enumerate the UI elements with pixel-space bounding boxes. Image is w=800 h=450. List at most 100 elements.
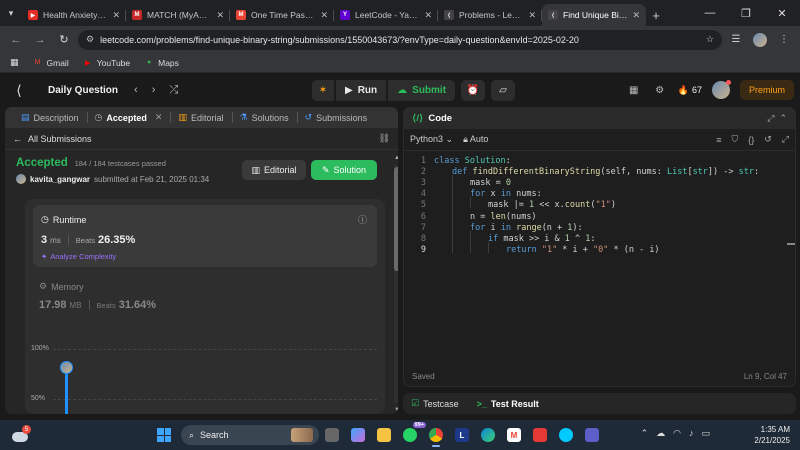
user-avatar[interactable] (711, 80, 731, 99)
tab-close-icon[interactable]: ✕ (216, 10, 224, 21)
site-info-icon[interactable]: ⚙ (86, 34, 94, 45)
profile-avatar[interactable] (750, 30, 770, 50)
debug-button[interactable]: ✶ (312, 80, 334, 101)
daily-question-title[interactable]: Daily Question (48, 85, 118, 96)
launcher-app[interactable]: L (452, 424, 472, 446)
link-icon[interactable]: ⛓ (379, 133, 390, 144)
premium-button[interactable]: Premium (739, 80, 794, 100)
weather-widget[interactable]: 5 (10, 425, 31, 445)
settings-gear-icon[interactable]: ⚙ (652, 82, 668, 98)
browser-tab[interactable]: Y LeetCode - Yahoo ✕ (334, 4, 438, 26)
new-tab-icon[interactable]: + (646, 4, 666, 26)
alexa-app[interactable] (556, 424, 576, 446)
all-submissions-link[interactable]: All Submissions (28, 134, 92, 144)
tab-submissions[interactable]: ↺ Submissions (296, 107, 376, 128)
tab-close-icon[interactable]: ✕ (112, 10, 120, 21)
browser-tab[interactable]: ▶ Health Anxiety - Si ✕ (22, 4, 126, 26)
volume-icon[interactable]: ♪ (689, 428, 694, 439)
solution-button[interactable]: ✎ Solution (311, 160, 377, 180)
apps-icon[interactable]: ▦ (10, 57, 19, 68)
scroll-up-icon[interactable]: ▲ (393, 155, 398, 161)
bookmark-maps[interactable]: ● Maps (144, 58, 179, 68)
onedrive-icon[interactable]: ☁ (656, 428, 665, 439)
browser-tab[interactable]: ⟨ Problems - LeetCo ✕ (438, 4, 542, 26)
gmail-app[interactable]: M (504, 424, 524, 446)
distribution-bar[interactable] (65, 367, 68, 414)
tab-editorial[interactable]: ▥ Editorial (170, 107, 231, 128)
leetcode-logo-icon[interactable]: ⟨ (10, 82, 28, 100)
windows-start-icon[interactable] (157, 428, 171, 442)
browser-tab-active[interactable]: ⟨ Find Unique Binar ✕ (542, 4, 646, 26)
shuffle-icon[interactable]: ⤮ (169, 84, 178, 97)
browser-tab[interactable]: M One Time Passwo ✕ (230, 4, 334, 26)
battery-icon[interactable]: ▭ (701, 428, 710, 439)
submit-button[interactable]: ☁ Submit (388, 80, 456, 101)
maximize-icon[interactable]: ❐ (728, 0, 764, 26)
tab-close-icon[interactable]: ✕ (632, 10, 640, 21)
scroll-thumb[interactable] (394, 167, 398, 271)
explorer-app[interactable] (374, 424, 394, 446)
reset-icon[interactable]: ↺ (764, 134, 772, 145)
tab-close-icon[interactable]: ✕ (320, 10, 328, 21)
chrome-app[interactable] (426, 424, 446, 447)
browser-tab[interactable]: M MATCH (MyAnato ✕ (126, 4, 230, 26)
back-arrow-icon[interactable]: ← (13, 134, 22, 144)
tab-groups-icon[interactable]: ☰ (726, 30, 746, 50)
username[interactable]: kavita_gangwar (30, 175, 90, 184)
next-problem-icon[interactable]: › (152, 84, 156, 97)
wifi-icon[interactable]: ◠ (673, 428, 681, 439)
run-button[interactable]: ▶ Run (336, 80, 387, 101)
tray-overflow-icon[interactable]: ⌃ (641, 428, 649, 439)
tab-description[interactable]: ▤ Description (13, 107, 87, 128)
tab-close-icon[interactable]: ✕ (424, 10, 432, 21)
tab-solutions[interactable]: ⚗ Solutions (231, 107, 297, 128)
streak-counter[interactable]: 🔥 67 (678, 85, 702, 96)
runtime-card[interactable]: ◷ Runtime ⓘ 3 ms Beats 26.35% ✦ Analyze … (33, 205, 377, 267)
menu-icon[interactable]: ⋮ (774, 30, 794, 50)
close-window-icon[interactable]: ✕ (764, 0, 800, 26)
language-select[interactable]: Python3 ⌄ (410, 134, 453, 145)
maximize-panel-icon[interactable]: ⤢ (767, 113, 774, 124)
my-submission-marker[interactable] (60, 361, 73, 374)
braces-icon[interactable]: {} (748, 135, 754, 145)
code-editor[interactable]: 1 class Solution: 2 def findDifferentBin… (404, 153, 795, 363)
expand-icon[interactable]: ⤢ (782, 134, 789, 145)
close-tab-icon[interactable]: ✕ (155, 112, 163, 123)
prev-problem-icon[interactable]: ‹ (134, 84, 138, 97)
copilot-app[interactable] (348, 424, 368, 446)
tab-testcase[interactable]: ☑ Testcase (411, 398, 459, 409)
format-icon[interactable]: ≡ (716, 135, 721, 145)
left-panel-scrollbar[interactable]: ▲ ▼ (393, 155, 398, 413)
taskview-app[interactable] (322, 424, 342, 446)
collapse-panel-icon[interactable]: ⌃ (779, 113, 787, 124)
minimize-icon[interactable]: — (692, 0, 728, 26)
taskbar-search[interactable]: ⌕ Search (181, 425, 319, 445)
teams-app[interactable] (582, 424, 602, 446)
bookmark-icon[interactable]: ⛉ (731, 134, 738, 145)
bookmark-youtube[interactable]: ▶ YouTube (83, 58, 130, 68)
editorial-button[interactable]: ▥ Editorial (242, 160, 306, 180)
info-icon[interactable]: ⓘ (358, 213, 367, 226)
bookmark-gmail[interactable]: M Gmail (33, 58, 69, 68)
store-app[interactable] (530, 424, 550, 446)
taskbar-clock[interactable]: 1:35 AM 2/21/2025 (754, 424, 790, 446)
leetcode-icon: ⟨ (548, 10, 558, 20)
tab-accepted[interactable]: ◷ Accepted ✕ (86, 107, 171, 128)
whatsapp-app[interactable]: 99+ (400, 422, 426, 446)
auto-mode[interactable]: 🔒︎ Auto (463, 134, 488, 145)
timer-button[interactable]: ⏰ (461, 80, 486, 101)
notes-button[interactable]: ▱ (491, 80, 516, 101)
memory-title[interactable]: ⚙ Memory (39, 281, 84, 292)
tab-test-result[interactable]: >_ Test Result (477, 399, 539, 409)
tab-close-icon[interactable]: ✕ (528, 10, 536, 21)
layout-icon[interactable]: ▦ (626, 82, 642, 98)
bookmark-star-icon[interactable]: ☆ (706, 34, 714, 45)
tab-search-icon[interactable]: ▾ (4, 6, 18, 20)
reload-icon[interactable]: ↻ (54, 30, 74, 50)
edge-app[interactable] (478, 424, 498, 446)
analyze-complexity-link[interactable]: ✦ Analyze Complexity (41, 252, 116, 261)
back-icon[interactable]: ← (6, 30, 26, 50)
scroll-down-icon[interactable]: ▼ (393, 407, 398, 413)
address-bar[interactable]: ⚙ leetcode.com/problems/find-unique-bina… (78, 29, 722, 50)
forward-icon[interactable]: → (30, 30, 50, 50)
